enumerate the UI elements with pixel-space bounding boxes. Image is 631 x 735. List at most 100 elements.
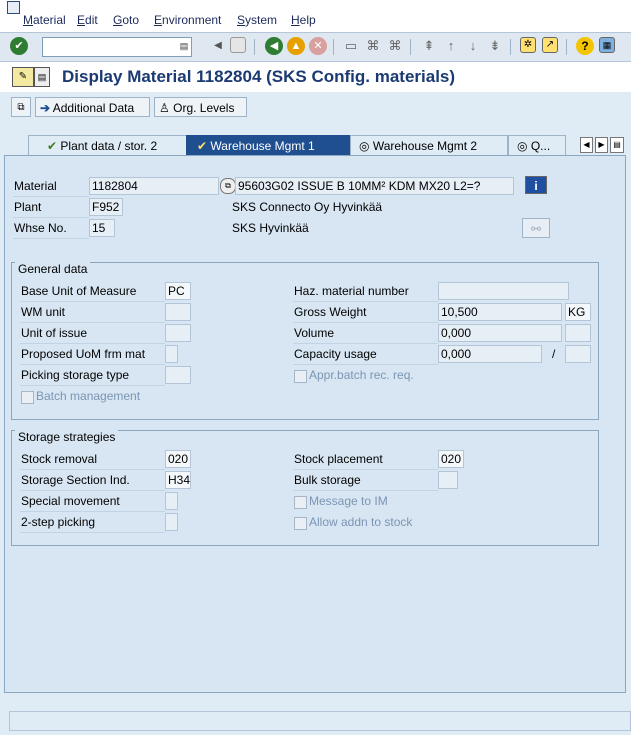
tab-scroll-left-icon[interactable]: ◀ [580, 137, 593, 153]
two-step-picking-row: 2-step picking [20, 513, 165, 533]
standard-toolbar: ✔ ▤ ◀ ◀ ▲ ✕ ▭ ⌘ ⌘ ⇞ ↑ ↓ ⇟ ✲ ↗ ? ▦ [0, 32, 631, 62]
status-bar [9, 711, 631, 731]
message-to-im-checkbox[interactable] [294, 496, 307, 509]
tab-warehouse-mgmt-2-label: Warehouse Mgmt 2 [372, 139, 478, 153]
first-page-icon[interactable]: ⇞ [420, 37, 438, 55]
plant-field[interactable]: F952 [89, 198, 123, 216]
menu-environment[interactable]: Environment [154, 13, 221, 27]
base-uom-field[interactable]: PC [165, 282, 191, 300]
views-icon[interactable]: ⧉ [11, 97, 31, 117]
whse-description: SKS Hyvinkää [232, 221, 309, 235]
new-session-icon[interactable]: ✲ [520, 37, 536, 53]
enter-icon[interactable]: ✔ [10, 37, 28, 55]
menu-material[interactable]: Material [23, 13, 66, 27]
customize-icon[interactable]: ▦ [599, 37, 615, 53]
org-levels-button[interactable]: ♙ Org. Levels [154, 97, 247, 117]
tab-scroll-right-icon[interactable]: ▶ [595, 137, 608, 153]
picking-storage-type-field[interactable] [165, 366, 191, 384]
last-page-icon[interactable]: ⇟ [486, 37, 504, 55]
haz-material-row: Haz. material number [293, 282, 438, 302]
arrow-right-icon: ➔ [40, 101, 51, 115]
tab-quality[interactable]: ◎ Q... [508, 135, 566, 155]
capacity-unit-field[interactable] [565, 345, 591, 363]
capacity-usage-field[interactable]: 0,000 [438, 345, 542, 363]
plant-value: F952 [92, 200, 120, 214]
storage-section-row: Storage Section Ind. [20, 471, 165, 491]
command-field[interactable]: ▤ [42, 37, 192, 57]
material-description-field[interactable]: 95603G02 ISSUE B 10MM² KDM MX20 L2=? [235, 177, 514, 195]
other-material-icon[interactable]: ▤ [34, 67, 50, 87]
system-menu-icon[interactable] [7, 1, 20, 14]
storage-section-field[interactable]: H34 [165, 471, 191, 489]
info-icon[interactable]: i [525, 176, 547, 194]
gross-weight-field[interactable]: 10,500 [438, 303, 562, 321]
capacity-usage-label: Capacity usage [294, 347, 377, 361]
menu-goto[interactable]: Goto [113, 13, 139, 27]
menu-edit[interactable]: Edit [77, 13, 98, 27]
save-icon[interactable] [230, 37, 246, 53]
stock-placement-field[interactable]: 020 [438, 450, 464, 468]
stock-placement-value: 020 [441, 452, 462, 466]
next-page-icon[interactable]: ↓ [464, 37, 482, 55]
batch-management-label: Batch management [36, 389, 141, 403]
display-change-icon[interactable]: ✎ [12, 67, 34, 87]
proposed-uom-field[interactable] [165, 345, 178, 363]
two-step-picking-field[interactable] [165, 513, 178, 531]
tab-warehouse-mgmt-2[interactable]: ◎ Warehouse Mgmt 2 [350, 135, 508, 155]
volume-unit-field[interactable] [565, 324, 591, 342]
separator [566, 39, 567, 55]
tab-plant-data[interactable]: ✔ Plant data / stor. 2 [28, 135, 188, 155]
allow-addn-stock-label: Allow addn to stock [309, 515, 413, 529]
gross-weight-unit: KG [568, 305, 586, 319]
exit-icon[interactable]: ▲ [287, 37, 305, 55]
org-levels-label: Org. Levels [173, 101, 235, 115]
batch-management-checkbox[interactable] [21, 391, 34, 404]
capacity-usage-value: 0,000 [441, 347, 472, 361]
picking-storage-type-row: Picking storage type [20, 366, 165, 386]
find-icon[interactable]: ⌘ [364, 37, 382, 55]
volume-label: Volume [294, 326, 335, 340]
back-icon[interactable]: ◀ [265, 37, 283, 55]
haz-material-field[interactable] [438, 282, 569, 300]
cancel-icon[interactable]: ✕ [309, 37, 327, 55]
unit-of-issue-field[interactable] [165, 324, 191, 342]
find-next-icon[interactable]: ⌘ [386, 37, 404, 55]
appr-batch-checkbox[interactable] [294, 370, 307, 383]
storage-strategies-title: Storage strategies [15, 430, 119, 444]
base-uom-row: Base Unit of Measure [20, 282, 165, 302]
bulk-storage-field[interactable] [438, 471, 458, 489]
menu-help[interactable]: Help [291, 13, 316, 27]
tab-warehouse-mgmt-1-label: Warehouse Mgmt 1 [210, 139, 315, 153]
target-icon: ◎ [517, 139, 528, 153]
additional-data-button[interactable]: ➔ Additional Data [35, 97, 150, 117]
wm-unit-field[interactable] [165, 303, 191, 321]
stock-removal-field[interactable]: 020 [165, 450, 191, 468]
gross-weight-unit-field[interactable]: KG [565, 303, 591, 321]
material-description: 95603G02 ISSUE B 10MM² KDM MX20 L2=? [238, 179, 481, 193]
tab-warehouse-mgmt-1[interactable]: ✔ Warehouse Mgmt 1 [186, 135, 350, 155]
whse-field[interactable]: 15 [89, 219, 115, 237]
tab-list-icon[interactable]: ▤ [610, 137, 624, 153]
link-icon[interactable]: ⚯ [522, 218, 550, 238]
expand-text-icon[interactable]: ⧉ [220, 178, 236, 194]
picking-storage-type-label: Picking storage type [21, 368, 130, 382]
special-movement-label: Special movement [21, 494, 120, 508]
command-history-icon[interactable]: ▤ [179, 40, 189, 53]
material-field[interactable]: 1182804 [89, 177, 219, 195]
allow-addn-stock-checkbox[interactable] [294, 517, 307, 530]
prev-page-icon[interactable]: ↑ [442, 37, 460, 55]
menu-bar: Material Edit Goto Environment System He… [0, 0, 631, 32]
volume-value: 0,000 [441, 326, 472, 340]
volume-row: Volume [293, 324, 438, 344]
plant-label: Plant [14, 200, 42, 214]
unit-of-issue-row: Unit of issue [20, 324, 165, 344]
special-movement-field[interactable] [165, 492, 178, 510]
wm-unit-label: WM unit [21, 305, 66, 319]
collapse-icon[interactable]: ◀ [209, 37, 227, 55]
menu-system[interactable]: System [237, 13, 277, 27]
print-icon[interactable]: ▭ [342, 37, 360, 55]
help-icon[interactable]: ? [576, 37, 594, 55]
volume-field[interactable]: 0,000 [438, 324, 562, 342]
shortcut-icon[interactable]: ↗ [542, 37, 558, 53]
gross-weight-value: 10,500 [441, 305, 478, 319]
